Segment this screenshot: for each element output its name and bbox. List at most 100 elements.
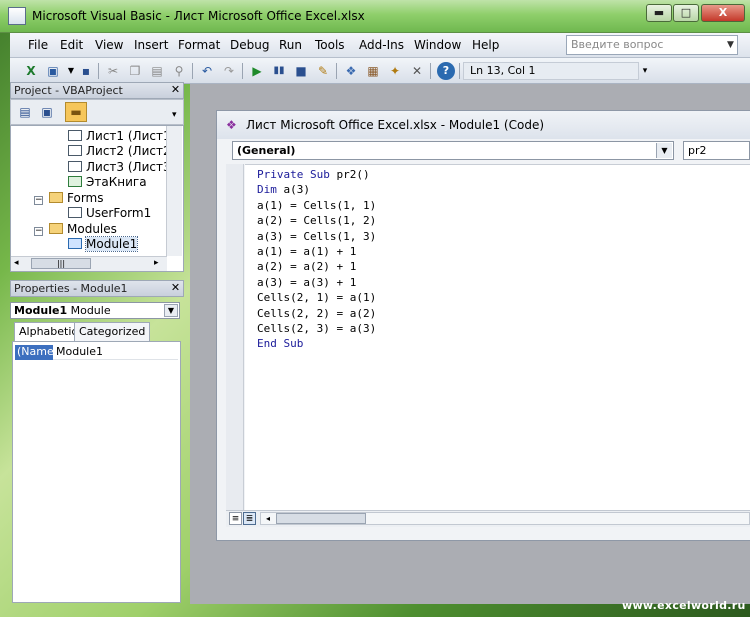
scroll-thumb[interactable] [276, 513, 366, 524]
sheet-icon [68, 130, 82, 141]
sheet-icon [68, 161, 82, 172]
scroll-left-icon[interactable]: ◂ [262, 513, 274, 524]
menu-file[interactable]: File [28, 38, 48, 52]
object-name: Module1 [14, 304, 68, 317]
properties-panel-close-icon[interactable]: ✕ [169, 282, 182, 295]
window-title: Microsoft Visual Basic - Лист Microsoft … [32, 9, 365, 23]
code-line[interactable]: Dim a(3) [257, 182, 376, 197]
chevron-down-icon[interactable]: ▼ [656, 143, 672, 158]
property-name[interactable]: (Name) [15, 345, 58, 360]
code-keyword: Sub [283, 337, 304, 351]
view-object-icon[interactable]: ▣ [38, 103, 56, 121]
find-icon[interactable]: ⚲ [170, 62, 188, 80]
code-line[interactable]: Cells(2, 1) = a(1) [257, 290, 376, 305]
toolbox-icon[interactable]: ✕ [408, 62, 426, 80]
code-line[interactable]: Cells(2, 2) = a(2) [257, 306, 376, 321]
collapse-icon[interactable]: − [34, 227, 43, 236]
tree-item-forms[interactable]: − Forms [34, 191, 103, 206]
project-panel-toolbar [10, 99, 184, 125]
tree-item-sheet2[interactable]: Лист2 (Лист2) [68, 144, 175, 159]
view-code-icon[interactable]: ▤ [16, 103, 34, 121]
procedure-view-icon[interactable]: ≡ [229, 512, 242, 525]
reset-icon[interactable]: ■ [292, 62, 310, 80]
help-search-input[interactable]: Введите вопрос [566, 35, 738, 55]
scroll-left-icon[interactable]: ◂ [14, 258, 19, 268]
menu-edit[interactable]: Edit [60, 38, 83, 52]
object-browser-icon[interactable]: ✦ [386, 62, 404, 80]
close-button[interactable]: X [701, 4, 745, 22]
menu-add-ins[interactable]: Add-Ins [359, 38, 404, 52]
menu-window[interactable]: Window [414, 38, 461, 52]
excel-icon[interactable]: X [22, 62, 40, 80]
menu-insert[interactable]: Insert [134, 38, 168, 52]
code-line[interactable]: a(3) = a(3) + 1 [257, 275, 376, 290]
code-text[interactable]: Private Sub pr2() Dim a(3) a(1) = Cells(1,… [257, 167, 376, 352]
chevron-down-icon[interactable]: ▼ [724, 36, 737, 54]
cursor-position: Ln 13, Col 1 [463, 62, 639, 80]
tree-item-label: Лист1 (Лист1) [86, 129, 176, 143]
help-icon[interactable]: ? [437, 62, 455, 80]
run-icon[interactable]: ▶ [248, 62, 266, 80]
toggle-folders-icon[interactable]: ▬ [65, 102, 87, 122]
code-line[interactable]: a(1) = a(1) + 1 [257, 244, 376, 259]
tree-item-userform1[interactable]: UserForm1 [68, 206, 151, 221]
insert-userform-icon[interactable]: ▣ [44, 62, 62, 80]
copy-icon[interactable]: ❐ [126, 62, 144, 80]
procedure-select[interactable]: pr2 [683, 141, 750, 160]
tree-item-sheet3[interactable]: Лист3 (Лист3) [68, 160, 175, 175]
project-explorer-icon[interactable]: ❖ [342, 62, 360, 80]
menu-help[interactable]: Help [472, 38, 499, 52]
code-keyword: Private [257, 168, 304, 181]
project-panel-close-icon[interactable]: ✕ [169, 84, 182, 97]
menu-format[interactable]: Format [178, 38, 220, 52]
paste-icon[interactable]: ▤ [148, 62, 166, 80]
code-line[interactable]: a(1) = Cells(1, 1) [257, 198, 376, 213]
properties-window-icon[interactable]: ▦ [364, 62, 382, 80]
object-select[interactable]: (General) [232, 141, 674, 160]
toolbar-separator [336, 63, 337, 79]
code-line[interactable]: a(2) = Cells(1, 2) [257, 213, 376, 228]
menu-view[interactable]: View [95, 38, 123, 52]
design-mode-icon[interactable]: ✎ [314, 62, 332, 80]
tab-categorized[interactable]: Categorized [74, 322, 151, 341]
collapse-icon[interactable]: − [34, 196, 43, 205]
vba-app-icon [8, 7, 26, 25]
tree-item-module1[interactable]: Module1 [68, 236, 139, 252]
property-value[interactable]: Module1 [56, 345, 103, 359]
scroll-right-icon[interactable]: ▸ [154, 258, 159, 268]
menu-run[interactable]: Run [279, 38, 302, 52]
code-line[interactable]: End Sub [257, 336, 376, 351]
code-line[interactable]: a(3) = Cells(1, 3) [257, 229, 376, 244]
cut-icon[interactable]: ✂ [104, 62, 122, 80]
toolbar-options-icon[interactable]: ▾ [640, 66, 650, 82]
properties-grid [12, 341, 181, 603]
tree-item-modules[interactable]: − Modules [34, 222, 117, 237]
tree-vertical-scrollbar[interactable] [166, 126, 182, 256]
chevron-down-icon[interactable]: ▾ [172, 110, 177, 120]
tree-item-label: Module1 [84, 236, 139, 252]
break-icon[interactable]: ▮▮ [270, 62, 288, 80]
save-icon[interactable]: ▪ [77, 62, 95, 80]
scroll-thumb[interactable]: ||| [31, 258, 91, 269]
menu-tools[interactable]: Tools [315, 38, 345, 52]
project-panel-title: Project - VBAProject [14, 84, 123, 97]
tree-item-sheet1[interactable]: Лист1 (Лист1) [68, 129, 175, 144]
toolbar-separator [459, 63, 460, 79]
code-line[interactable]: Private Sub pr2() [257, 167, 376, 182]
userform-icon [68, 207, 82, 218]
maximize-button[interactable]: □ [673, 4, 699, 22]
tree-item-thisworkbook[interactable]: ЭтаКнига [68, 175, 147, 190]
code-line[interactable]: Cells(2, 3) = a(3) [257, 321, 376, 336]
code-line[interactable]: a(2) = a(2) + 1 [257, 259, 376, 274]
full-module-view-icon[interactable]: ≣ [243, 512, 256, 525]
object-type: Module [70, 304, 111, 317]
toolbar-separator [242, 63, 243, 79]
minimize-button[interactable]: ▬ [646, 4, 672, 22]
redo-icon[interactable]: ↷ [220, 62, 238, 80]
chevron-down-icon[interactable]: ▼ [164, 304, 178, 317]
menu-debug[interactable]: Debug [230, 38, 269, 52]
folder-icon [49, 192, 63, 203]
tab-alphabetic[interactable]: Alphabetic [14, 322, 83, 341]
properties-object-select[interactable]: Module1 Module [10, 302, 180, 319]
undo-icon[interactable]: ↶ [198, 62, 216, 80]
